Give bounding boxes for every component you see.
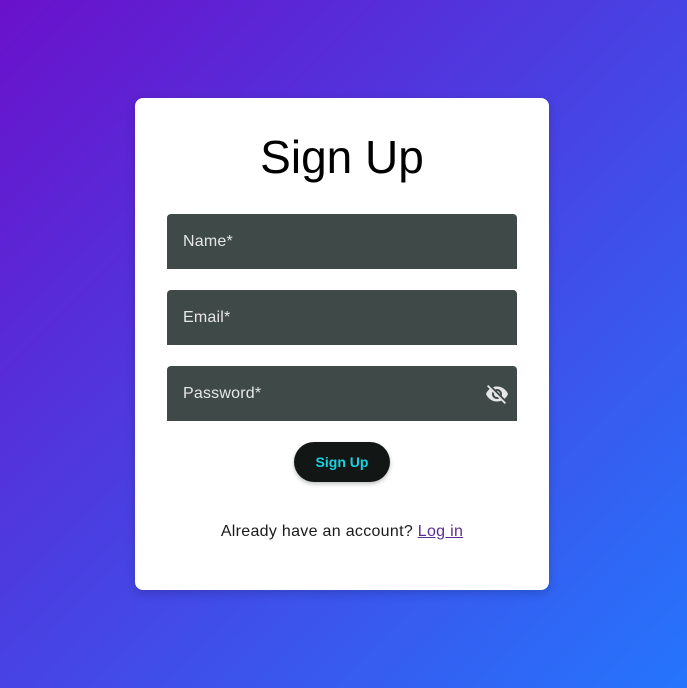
password-input[interactable] xyxy=(167,366,517,421)
name-input[interactable] xyxy=(167,214,517,269)
sign-up-button[interactable]: Sign Up xyxy=(294,442,390,482)
login-prompt-text: Already have an account? xyxy=(220,523,418,540)
page-title: Sign Up xyxy=(260,131,424,183)
signup-card: Sign Up Sign Up Already have an account?… xyxy=(135,98,549,590)
login-link[interactable]: Log in xyxy=(418,523,463,540)
eye-off-icon[interactable] xyxy=(485,382,509,406)
email-input[interactable] xyxy=(167,290,517,345)
login-prompt: Already have an account? Log in xyxy=(135,523,549,541)
name-field-container xyxy=(167,214,517,269)
email-field-container xyxy=(167,290,517,345)
password-field-container xyxy=(167,366,517,421)
